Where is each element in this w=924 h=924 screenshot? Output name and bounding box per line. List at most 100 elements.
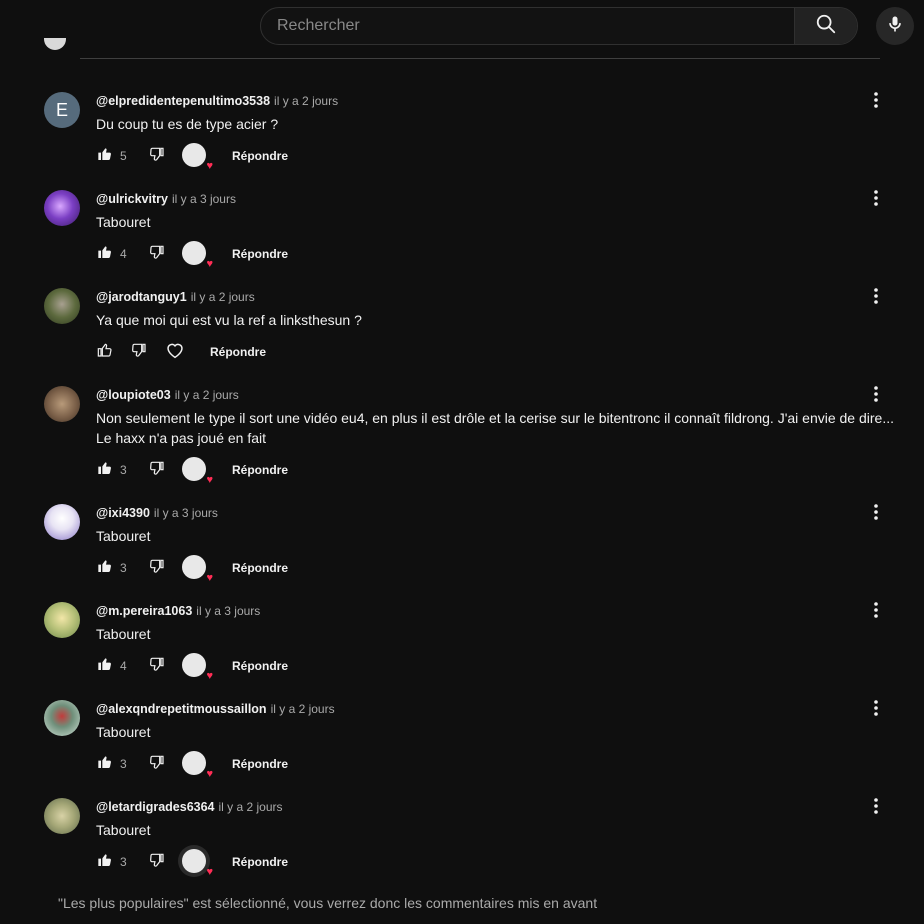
heart-button[interactable] — [164, 341, 186, 363]
comment-actions: 3 ♥ Répondre — [94, 554, 288, 584]
search-bar — [260, 7, 858, 45]
avatar[interactable] — [44, 602, 80, 638]
comment-header: @jarodtanguy1 il y a 2 jours — [96, 290, 255, 304]
more-options-button[interactable] — [864, 600, 888, 624]
thumbs-down-icon — [149, 656, 165, 677]
heart-icon: ♥ — [206, 160, 213, 172]
like-button[interactable] — [94, 851, 116, 873]
comment-time[interactable]: il y a 2 jours — [274, 94, 338, 108]
more-options-button[interactable] — [864, 796, 888, 820]
more-options-button[interactable] — [864, 698, 888, 722]
comment-author[interactable]: @jarodtanguy1 — [96, 290, 187, 304]
comment-text: Tabouret — [96, 214, 151, 230]
heart-icon: ♥ — [206, 866, 213, 878]
reply-button[interactable]: Répondre — [232, 561, 288, 575]
avatar[interactable] — [44, 798, 80, 834]
thumbs-down-icon — [149, 852, 165, 873]
dislike-button[interactable] — [146, 145, 168, 167]
comment-actions: 5 ♥ Répondre — [94, 142, 288, 172]
comment-author[interactable]: @m.pereira1063 — [96, 604, 192, 618]
comment-item: @alexqndrepetitmoussaillon il y a 2 jours… — [44, 696, 900, 794]
creator-avatar — [182, 555, 206, 579]
like-button[interactable] — [94, 341, 116, 363]
heart-icon: ♥ — [206, 258, 213, 270]
more-options-button[interactable] — [864, 384, 888, 408]
creator-heart-badge: ♥ — [182, 457, 213, 486]
reply-button[interactable]: Répondre — [232, 855, 288, 869]
comment-time[interactable]: il y a 3 jours — [154, 506, 218, 520]
comment-time[interactable]: il y a 2 jours — [219, 800, 283, 814]
comment-author[interactable]: @elpredidentepenultimo3538 — [96, 94, 270, 108]
dislike-button[interactable] — [128, 341, 150, 363]
reply-button[interactable]: Répondre — [232, 247, 288, 261]
kebab-menu-icon — [874, 699, 878, 721]
avatar[interactable] — [44, 386, 80, 422]
dislike-button[interactable] — [146, 851, 168, 873]
creator-heart-badge: ♥ — [182, 751, 213, 780]
comment-text: Tabouret — [96, 822, 151, 838]
kebab-menu-icon — [874, 797, 878, 819]
comment-actions: 4 ♥ Répondre — [94, 240, 288, 270]
like-count: 4 — [120, 247, 127, 261]
comment-time[interactable]: il y a 3 jours — [196, 604, 260, 618]
search-icon — [815, 13, 837, 40]
comment-author[interactable]: @letardigrades6364 — [96, 800, 215, 814]
comment-time[interactable]: il y a 2 jours — [271, 702, 335, 716]
comment-actions: 3 ♥ Répondre — [94, 750, 288, 780]
voice-search-button[interactable] — [876, 7, 914, 45]
dislike-button[interactable] — [146, 655, 168, 677]
comment-actions: Répondre — [94, 338, 266, 366]
dislike-button[interactable] — [146, 753, 168, 775]
like-count: 3 — [120, 561, 127, 575]
comment-author[interactable]: @alexqndrepetitmoussaillon — [96, 702, 267, 716]
like-button[interactable] — [94, 655, 116, 677]
thumbs-down-icon — [149, 558, 165, 579]
avatar[interactable]: E — [44, 92, 80, 128]
reply-button[interactable]: Répondre — [210, 345, 266, 359]
reply-button[interactable]: Répondre — [232, 659, 288, 673]
microphone-icon — [885, 14, 905, 39]
kebab-menu-icon — [874, 385, 878, 407]
reply-button[interactable]: Répondre — [232, 149, 288, 163]
comment-header: @loupiote03 il y a 2 jours — [96, 388, 239, 402]
more-options-button[interactable] — [864, 90, 888, 114]
comment-text: Tabouret — [96, 528, 151, 544]
like-button[interactable] — [94, 243, 116, 265]
thumbs-up-icon — [97, 146, 113, 167]
comment-author[interactable]: @ulrickvitry — [96, 192, 168, 206]
more-options-button[interactable] — [864, 188, 888, 212]
dislike-button[interactable] — [146, 557, 168, 579]
more-options-button[interactable] — [864, 286, 888, 310]
comment-author[interactable]: @loupiote03 — [96, 388, 171, 402]
dislike-button[interactable] — [146, 243, 168, 265]
like-count: 3 — [120, 463, 127, 477]
comment-item: @loupiote03 il y a 2 jours Non seulement … — [44, 382, 900, 486]
search-button[interactable] — [794, 8, 857, 44]
comment-time[interactable]: il y a 2 jours — [191, 290, 255, 304]
heart-icon: ♥ — [206, 474, 213, 486]
heart-icon: ♥ — [206, 768, 213, 780]
reply-button[interactable]: Répondre — [232, 463, 288, 477]
comment-author[interactable]: @ixi4390 — [96, 506, 150, 520]
avatar[interactable] — [44, 700, 80, 736]
reply-button[interactable]: Répondre — [232, 757, 288, 771]
avatar[interactable] — [44, 190, 80, 226]
like-button[interactable] — [94, 145, 116, 167]
like-button[interactable] — [94, 753, 116, 775]
comment-time[interactable]: il y a 3 jours — [172, 192, 236, 206]
like-button[interactable] — [94, 557, 116, 579]
comment-text: Du coup tu es de type acier ? — [96, 116, 279, 132]
comment-text: Ya que moi qui est vu la ref a linksthes… — [96, 312, 362, 328]
comment-text: Tabouret — [96, 724, 151, 740]
more-options-button[interactable] — [864, 502, 888, 526]
comment-item: @ulrickvitry il y a 3 jours Tabouret 4 ♥ … — [44, 186, 900, 284]
search-input[interactable] — [261, 8, 794, 44]
comment-time[interactable]: il y a 2 jours — [175, 388, 239, 402]
like-count: 4 — [120, 659, 127, 673]
dislike-button[interactable] — [146, 459, 168, 481]
avatar[interactable] — [44, 288, 80, 324]
comment-item: @ixi4390 il y a 3 jours Tabouret 3 ♥ Répo… — [44, 500, 900, 598]
like-button[interactable] — [94, 459, 116, 481]
avatar[interactable] — [44, 504, 80, 540]
kebab-menu-icon — [874, 91, 878, 113]
